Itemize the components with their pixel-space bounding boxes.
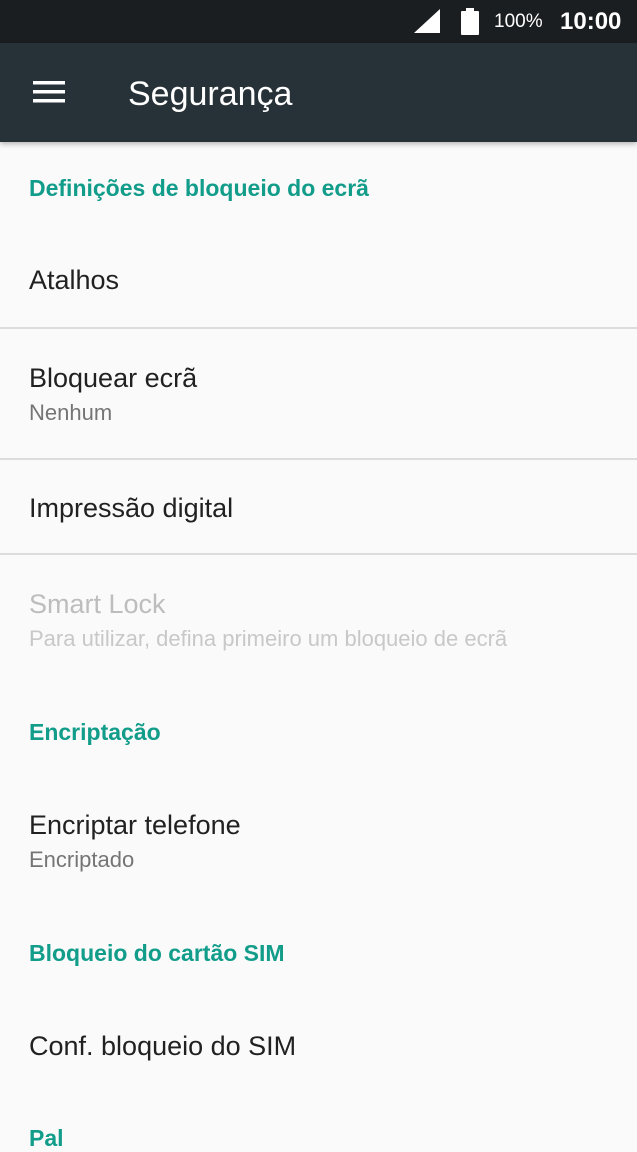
section-header-lock-screen: Definições de bloqueio do ecrã (29, 175, 369, 201)
clock: 10:00 (560, 8, 622, 35)
setting-summary: Encriptado (29, 847, 135, 872)
setting-label: Conf. bloqueio do SIM (29, 1031, 297, 1061)
setting-label: Smart Lock (29, 589, 166, 619)
setting-item-screen-lock[interactable]: Bloquear ecrã Nenhum (0, 329, 637, 458)
hamburger-menu-icon (33, 81, 65, 103)
setting-label: Atalhos (29, 265, 120, 295)
setting-item-fingerprint[interactable]: Impressão digital (0, 460, 637, 554)
battery-percentage: 100% (494, 11, 543, 32)
setting-summary: Para utilizar, defina primeiro um bloque… (29, 626, 508, 651)
setting-label: Encriptar telefone (29, 810, 241, 840)
app-bar: Segurança (0, 43, 637, 142)
section-header-encryption: Encriptação (29, 719, 161, 745)
setting-item-sim-lock-config[interactable]: Conf. bloqueio do SIM (0, 1000, 637, 1094)
setting-label: Bloquear ecrã (29, 363, 198, 393)
page-title: Segurança (128, 75, 293, 113)
cellular-signal-icon (414, 9, 440, 33)
setting-item-smart-lock: Smart Lock Para utilizar, defina primeir… (0, 555, 637, 675)
section-header-sim-lock: Bloqueio do cartão SIM (29, 940, 285, 966)
setting-item-shortcuts[interactable]: Atalhos (0, 237, 637, 328)
navigation-menu-button[interactable] (22, 70, 78, 116)
setting-item-encrypt-phone[interactable]: Encriptar telefone Encriptado (0, 778, 637, 908)
setting-summary: Nenhum (29, 400, 113, 425)
status-bar: 100% 10:00 (0, 0, 637, 43)
setting-label: Impressão digital (29, 493, 234, 523)
battery-full-icon (461, 8, 479, 35)
section-header-next: Pal (29, 1125, 64, 1151)
